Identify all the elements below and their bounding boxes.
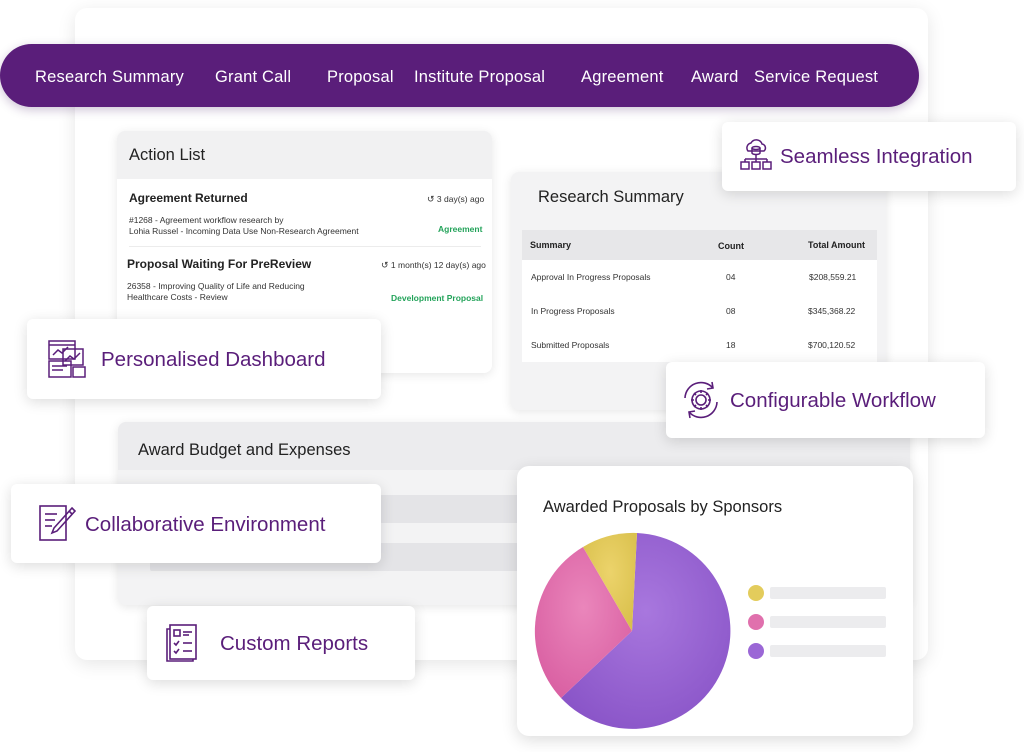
table-row[interactable]: Submitted Proposals 18 $700,120.52 <box>522 328 877 362</box>
table-header: Summary Count Total Amount <box>522 230 877 260</box>
action-item-time-text: 3 day(s) ago <box>436 194 485 204</box>
action-list-header: Action List <box>117 131 492 179</box>
feature-personalised-dashboard: Personalised Dashboard <box>27 319 381 399</box>
column-header-count: Count <box>718 241 744 251</box>
column-header-total-amount: Total Amount <box>808 240 865 250</box>
cloud-database-icon <box>740 139 772 170</box>
legend-placeholder-bar <box>770 616 886 628</box>
top-navigation-bar: Research Summary Grant Call Proposal Ins… <box>0 44 919 107</box>
cell-count: 08 <box>726 306 736 316</box>
cell-summary: Approval In Progress Proposals <box>531 272 651 282</box>
nav-item-service-request[interactable]: Service Request <box>754 68 878 87</box>
action-item-desc-line1: #1268 - Agreement workflow research by <box>129 215 284 225</box>
history-icon: ↺ <box>381 260 389 270</box>
legend-dot-yellow <box>748 585 764 601</box>
legend-dot-purple <box>748 643 764 659</box>
feature-label: Configurable Workflow <box>730 389 936 412</box>
feature-label: Personalised Dashboard <box>101 348 326 371</box>
feature-collaborative-environment: Collaborative Environment <box>11 484 381 563</box>
action-item-desc-line1: 26358 - Improving Quality of Life and Re… <box>127 281 305 291</box>
table-row[interactable]: In Progress Proposals 08 $345,368.22 <box>522 294 877 329</box>
action-item-time-text: 1 month(s) 12 day(s) ago <box>390 260 486 270</box>
table-row[interactable]: Approval In Progress Proposals 04 $208,5… <box>522 260 877 295</box>
pie-chart <box>534 532 731 729</box>
legend-placeholder-bar <box>770 645 886 657</box>
feature-label: Seamless Integration <box>780 145 973 168</box>
research-summary-title: Research Summary <box>538 188 684 206</box>
feature-label: Collaborative Environment <box>85 513 326 536</box>
nav-item-agreement[interactable]: Agreement <box>581 68 664 87</box>
action-item-desc-line2: Lohia Russel - Incoming Data Use Non-Res… <box>129 226 359 236</box>
history-icon: ↺ <box>427 194 435 204</box>
legend-dot-pink <box>748 614 764 630</box>
divider <box>129 246 481 247</box>
feature-custom-reports: Custom Reports <box>147 606 415 680</box>
gear-cycle-icon <box>684 381 718 419</box>
action-list-title: Action List <box>129 146 206 164</box>
cell-amount: $208,559.21 <box>809 272 857 282</box>
action-item-tag: Agreement <box>438 224 483 234</box>
legend-placeholder-bar <box>770 587 886 599</box>
nav-item-research-summary[interactable]: Research Summary <box>35 68 184 87</box>
cell-count: 04 <box>726 272 736 282</box>
cell-amount: $700,120.52 <box>808 340 856 350</box>
cell-amount: $345,368.22 <box>808 306 856 316</box>
cell-count: 18 <box>726 340 736 350</box>
nav-item-institute-proposal[interactable]: Institute Proposal <box>414 68 545 87</box>
nav-item-proposal[interactable]: Proposal <box>327 68 394 87</box>
cell-summary: In Progress Proposals <box>531 306 615 316</box>
action-item-title: Proposal Waiting For PreReview <box>127 257 312 271</box>
report-checklist-icon <box>166 624 197 662</box>
feature-seamless-integration: Seamless Integration <box>722 122 1016 191</box>
action-item-desc-line2: Healthcare Costs - Review <box>127 292 228 302</box>
dashboard-screens-icon <box>48 340 86 378</box>
column-header-summary: Summary <box>530 240 572 250</box>
pie-chart-title: Awarded Proposals by Sponsors <box>543 498 783 516</box>
award-budget-title: Award Budget and Expenses <box>138 441 351 459</box>
feature-label: Custom Reports <box>220 632 369 655</box>
action-item-time: ↺ 1 month(s) 12 day(s) ago <box>381 260 486 271</box>
nav-item-grant-call[interactable]: Grant Call <box>215 68 291 87</box>
awarded-proposals-card: Awarded Proposals by Sponsors <box>517 466 913 736</box>
action-item-time: ↺ 3 day(s) ago <box>427 194 484 205</box>
document-edit-icon <box>39 505 77 541</box>
nav-item-award[interactable]: Award <box>691 68 738 87</box>
cell-summary: Submitted Proposals <box>531 340 610 350</box>
action-item-tag: Development Proposal <box>391 293 484 303</box>
feature-configurable-workflow: Configurable Workflow <box>666 362 985 438</box>
action-item-title: Agreement Returned <box>129 191 248 205</box>
